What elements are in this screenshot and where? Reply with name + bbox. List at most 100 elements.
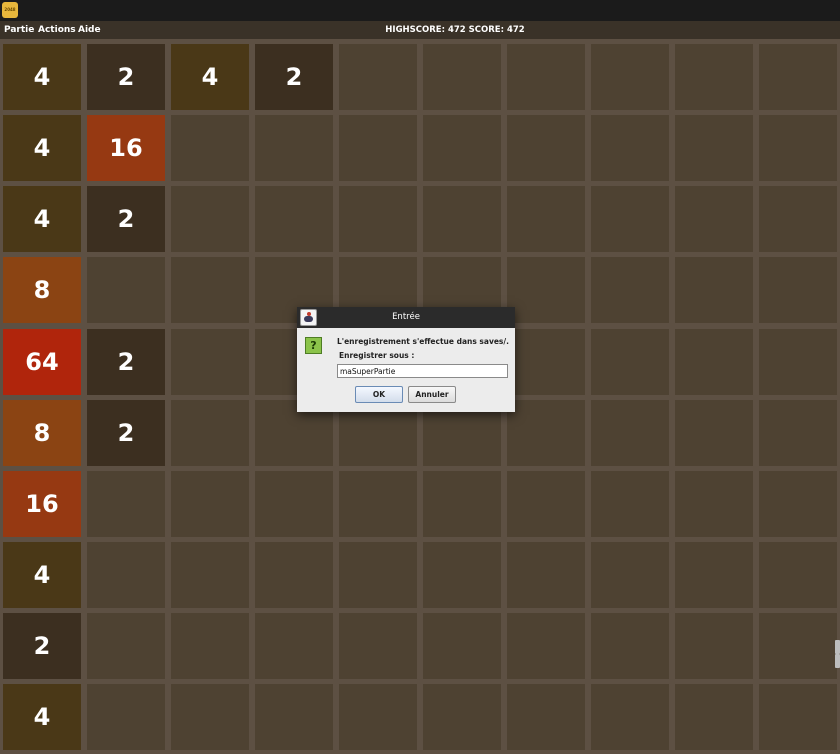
empty-cell bbox=[507, 613, 585, 679]
empty-cell bbox=[759, 257, 837, 323]
empty-cell bbox=[507, 186, 585, 252]
empty-cell bbox=[507, 542, 585, 608]
question-icon: ? bbox=[305, 337, 322, 354]
tile-4: 4 bbox=[3, 684, 81, 750]
dialog-titlebar[interactable]: Entrée bbox=[297, 307, 515, 328]
empty-cell bbox=[507, 257, 585, 323]
empty-cell bbox=[339, 44, 417, 110]
tile-4: 4 bbox=[3, 186, 81, 252]
tile-64: 64 bbox=[3, 329, 81, 395]
empty-cell bbox=[87, 684, 165, 750]
empty-cell bbox=[255, 471, 333, 537]
tile-4: 4 bbox=[3, 44, 81, 110]
empty-cell bbox=[171, 329, 249, 395]
empty-cell bbox=[87, 471, 165, 537]
empty-cell bbox=[591, 542, 669, 608]
tile-8: 8 bbox=[3, 257, 81, 323]
window-titlebar: 2048 bbox=[0, 0, 840, 21]
empty-cell bbox=[759, 44, 837, 110]
empty-cell bbox=[255, 613, 333, 679]
empty-cell bbox=[87, 257, 165, 323]
empty-cell bbox=[759, 329, 837, 395]
empty-cell bbox=[591, 400, 669, 466]
score-display: HIGHSCORE: 472 SCORE: 472 bbox=[385, 25, 525, 35]
empty-cell bbox=[591, 613, 669, 679]
empty-cell bbox=[171, 471, 249, 537]
empty-cell bbox=[759, 471, 837, 537]
empty-cell bbox=[171, 115, 249, 181]
empty-cell bbox=[675, 257, 753, 323]
tile-2: 2 bbox=[255, 44, 333, 110]
empty-cell bbox=[339, 471, 417, 537]
empty-cell bbox=[675, 542, 753, 608]
empty-cell bbox=[255, 186, 333, 252]
empty-cell bbox=[255, 542, 333, 608]
resize-handle[interactable] bbox=[835, 640, 840, 654]
empty-cell bbox=[675, 115, 753, 181]
empty-cell bbox=[759, 684, 837, 750]
empty-cell bbox=[507, 684, 585, 750]
dialog-title: Entrée bbox=[392, 312, 420, 322]
empty-cell bbox=[339, 542, 417, 608]
empty-cell bbox=[591, 329, 669, 395]
empty-cell bbox=[171, 613, 249, 679]
empty-cell bbox=[423, 542, 501, 608]
empty-cell bbox=[675, 400, 753, 466]
tile-4: 4 bbox=[3, 542, 81, 608]
empty-cell bbox=[675, 471, 753, 537]
tile-4: 4 bbox=[3, 115, 81, 181]
empty-cell bbox=[759, 115, 837, 181]
empty-cell bbox=[759, 613, 837, 679]
cancel-button[interactable]: Annuler bbox=[408, 386, 456, 403]
empty-cell bbox=[339, 613, 417, 679]
empty-cell bbox=[675, 329, 753, 395]
empty-cell bbox=[507, 471, 585, 537]
empty-cell bbox=[423, 471, 501, 537]
empty-cell bbox=[507, 44, 585, 110]
empty-cell bbox=[507, 400, 585, 466]
empty-cell bbox=[675, 44, 753, 110]
empty-cell bbox=[591, 186, 669, 252]
tile-2: 2 bbox=[87, 44, 165, 110]
tile-16: 16 bbox=[3, 471, 81, 537]
empty-cell bbox=[591, 471, 669, 537]
save-dialog: Entrée ? L'enregistrement s'effectue dan… bbox=[297, 307, 515, 412]
menu-bar: Partie Actions Aide HIGHSCORE: 472 SCORE… bbox=[0, 21, 840, 39]
empty-cell bbox=[339, 186, 417, 252]
tile-2: 2 bbox=[3, 613, 81, 679]
empty-cell bbox=[171, 400, 249, 466]
empty-cell bbox=[87, 613, 165, 679]
empty-cell bbox=[675, 684, 753, 750]
filename-input[interactable] bbox=[337, 364, 508, 378]
app-logo-icon: 2048 bbox=[2, 2, 18, 18]
empty-cell bbox=[255, 115, 333, 181]
empty-cell bbox=[675, 186, 753, 252]
tile-8: 8 bbox=[3, 400, 81, 466]
empty-cell bbox=[171, 257, 249, 323]
empty-cell bbox=[255, 684, 333, 750]
empty-cell bbox=[591, 115, 669, 181]
empty-cell bbox=[339, 115, 417, 181]
save-as-label: Enregistrer sous : bbox=[339, 351, 415, 360]
empty-cell bbox=[87, 542, 165, 608]
empty-cell bbox=[759, 400, 837, 466]
empty-cell bbox=[591, 257, 669, 323]
empty-cell bbox=[339, 684, 417, 750]
empty-cell bbox=[759, 186, 837, 252]
empty-cell bbox=[507, 115, 585, 181]
empty-cell bbox=[171, 186, 249, 252]
dialog-message: L'enregistrement s'effectue dans saves/. bbox=[337, 337, 509, 346]
empty-cell bbox=[507, 329, 585, 395]
empty-cell bbox=[423, 44, 501, 110]
tile-2: 2 bbox=[87, 329, 165, 395]
ok-button[interactable]: OK bbox=[355, 386, 403, 403]
tile-2: 2 bbox=[87, 186, 165, 252]
resize-handle[interactable] bbox=[835, 654, 840, 668]
empty-cell bbox=[423, 186, 501, 252]
tile-4: 4 bbox=[171, 44, 249, 110]
empty-cell bbox=[675, 613, 753, 679]
empty-cell bbox=[759, 542, 837, 608]
empty-cell bbox=[591, 684, 669, 750]
tile-2: 2 bbox=[87, 400, 165, 466]
empty-cell bbox=[423, 115, 501, 181]
